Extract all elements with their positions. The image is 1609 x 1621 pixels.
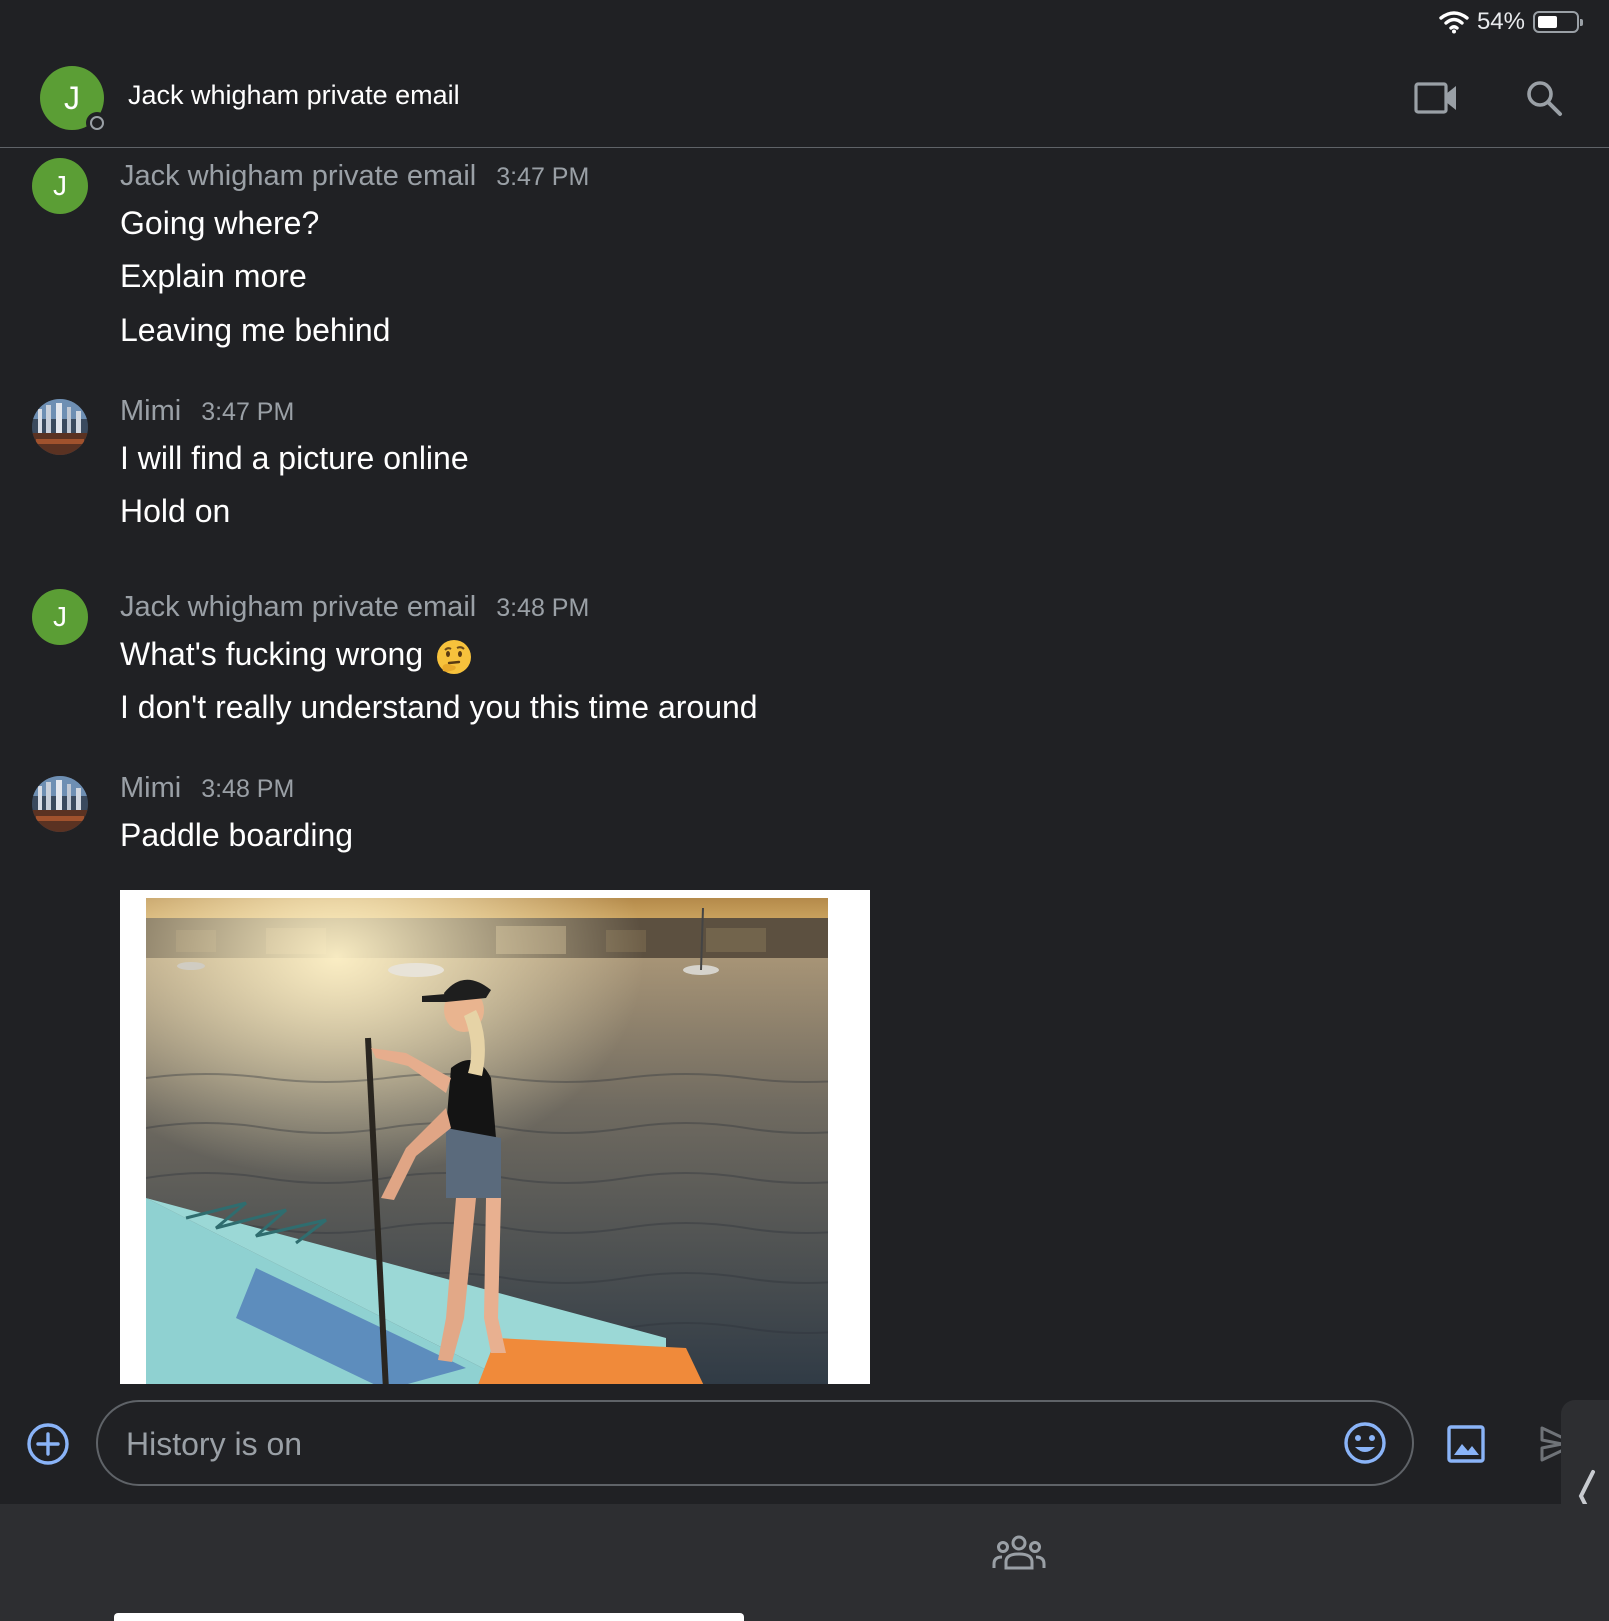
- search-icon: [1527, 81, 1562, 116]
- status-bar: 54%: [0, 0, 1609, 48]
- add-icon: [27, 1423, 69, 1465]
- message-input[interactable]: [124, 1420, 1278, 1468]
- message-text[interactable]: Paddle boarding: [120, 817, 353, 854]
- sender-avatar[interactable]: J: [32, 158, 88, 214]
- presence-indicator: [86, 112, 108, 134]
- sender-name: Mimi: [120, 772, 182, 804]
- message-time: 3:47 PM: [201, 398, 295, 426]
- image-icon: [1447, 1425, 1485, 1463]
- message-text[interactable]: Going where?: [120, 205, 319, 242]
- sender-avatar[interactable]: [32, 399, 88, 455]
- members-button[interactable]: [992, 1532, 1046, 1572]
- wifi-icon: [1439, 11, 1469, 34]
- image-attachment[interactable]: [120, 890, 870, 1384]
- sender-line: Mimi 3:47 PM: [120, 395, 294, 428]
- sender-line: Jack whigham private email 3:48 PM: [120, 591, 589, 624]
- message-list[interactable]: J Jack whigham private email 3:47 PM Goi…: [0, 148, 1609, 1384]
- message-text[interactable]: What's fucking wrong: [120, 636, 473, 676]
- paddle-board-photo: [146, 898, 828, 1384]
- sender-line: Mimi 3:48 PM: [120, 772, 294, 805]
- header-avatar[interactable]: J: [40, 66, 108, 134]
- video-call-icon: [1414, 82, 1456, 114]
- message-text-content: What's fucking wrong: [120, 636, 424, 672]
- emoji-icon: [1344, 1422, 1386, 1464]
- battery-icon: [1533, 11, 1583, 33]
- header-avatar-initial: J: [64, 79, 80, 116]
- image-upload-button[interactable]: [1444, 1422, 1488, 1466]
- message-text[interactable]: Explain more: [120, 258, 307, 295]
- avatar-photo: [32, 776, 88, 832]
- chat-title[interactable]: Jack whigham private email: [128, 80, 460, 111]
- sender-line: Jack whigham private email 3:47 PM: [120, 160, 589, 193]
- members-icon: [992, 1535, 1046, 1570]
- emoji-button[interactable]: [1342, 1420, 1388, 1466]
- sender-avatar-initial: J: [53, 601, 67, 632]
- search-button[interactable]: [1518, 72, 1570, 124]
- sender-name: Jack whigham private email: [120, 160, 477, 192]
- message-text[interactable]: I don't really understand you this time …: [120, 689, 758, 726]
- message-time: 3:48 PM: [496, 594, 590, 622]
- bottom-bar: [0, 1504, 1609, 1621]
- message-time: 3:47 PM: [496, 163, 590, 191]
- message-time: 3:48 PM: [201, 775, 295, 803]
- message-text[interactable]: I will find a picture online: [120, 440, 469, 477]
- message-text[interactable]: Leaving me behind: [120, 312, 390, 349]
- composer: [0, 1384, 1609, 1504]
- thinking-face-emoji: [435, 638, 473, 676]
- avatar-photo: [32, 399, 88, 455]
- home-indicator: [114, 1613, 744, 1621]
- add-attachment-button[interactable]: [26, 1422, 70, 1466]
- chat-header: J Jack whigham private email: [0, 48, 1609, 148]
- video-call-button[interactable]: [1410, 72, 1462, 124]
- message-text[interactable]: Hold on: [120, 493, 230, 530]
- sender-name: Jack whigham private email: [120, 591, 477, 623]
- battery-percent: 54%: [1476, 8, 1525, 35]
- sender-avatar[interactable]: J: [32, 589, 88, 645]
- sender-name: Mimi: [120, 395, 182, 427]
- sender-avatar-initial: J: [53, 170, 67, 201]
- sender-avatar[interactable]: [32, 776, 88, 832]
- status-indicators: 54%: [1439, 8, 1583, 36]
- message-input-box: [96, 1400, 1414, 1486]
